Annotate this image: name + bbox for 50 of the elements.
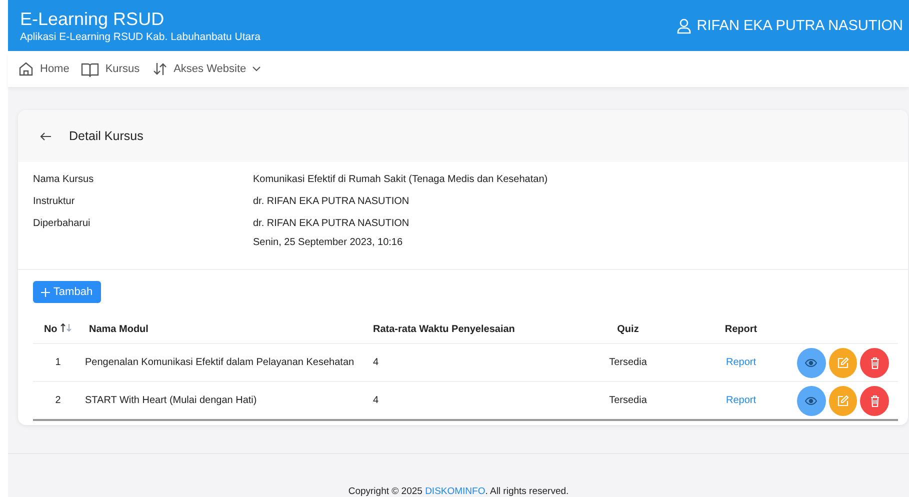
detail-label: Instruktur [33,196,76,208]
sort-icon[interactable] [60,323,72,332]
diskominfo-link[interactable]: DISKOMINFO [425,486,486,497]
detail-label: Nama Kursus [33,174,95,186]
add-button[interactable]: Tambah [33,281,101,304]
delete-button[interactable] [860,348,889,378]
view-button[interactable] [796,348,826,378]
app-title: E-Learning RSUD [20,8,166,29]
card-title: Detail Kursus [69,129,144,144]
report-link[interactable]: Report [726,395,756,406]
eye-icon [805,396,818,405]
detail-value: dr. RIFAN EKA PUTRA NASUTION [253,196,410,208]
back-arrow-icon[interactable] [40,132,51,141]
column-header: Rata-rata Waktu Penyelesaian [373,324,515,335]
completion-time: 4 [373,357,379,368]
quiz-status: Tersedia [609,357,647,368]
eye-icon [805,358,818,367]
column-header: Quiz [617,324,639,335]
detail-label: Diperbaharui [33,218,92,232]
module-name: Pengenalan Komunikasi Efektif dalam Pelayanan Kesehatan [85,357,354,368]
chevron-down-icon [252,66,262,72]
nav-link[interactable]: Kursus [81,62,140,77]
swap-arrows-icon [152,61,168,78]
copyright-text: Copyright © 2025 DISKOMINFO. All rights reserved. [347,486,570,497]
row-number: 2 [55,395,61,406]
quiz-status: Tersedia [609,395,647,406]
nav-link[interactable]: Home [18,61,70,78]
column-header[interactable]: No [44,324,58,336]
row-number: 1 [55,357,61,368]
user-icon [676,18,692,34]
home-icon [18,61,34,78]
user-menu[interactable]: RIFAN EKA PUTRA NASUTION [676,18,903,34]
detail-value: Senin, 25 September 2023, 10:16 [253,237,404,248]
nav-link[interactable]: Akses Website [152,61,262,78]
trash-icon [870,394,880,407]
column-header: Nama Modul [89,324,148,335]
book-icon [81,62,100,77]
detail-value: Komunikasi Efektif di Rumah Sakit (Tenaga Medis dan Kesehatan) [253,174,549,186]
completion-time: 4 [373,395,379,406]
edit-icon [836,394,849,407]
view-button[interactable] [796,386,826,416]
plus-icon [41,288,50,297]
trash-icon [870,356,880,369]
delete-button[interactable] [860,386,889,416]
app-subtitle: Aplikasi E-Learning RSUD Kab. Labuhanbatu Utara [20,30,260,43]
detail-value: dr. RIFAN EKA PUTRA NASUTION [253,218,410,230]
report-link[interactable]: Report [726,357,756,368]
column-header: Report [724,324,758,335]
edit-icon [836,356,849,369]
module-name: START With Heart (Mulai dengan Hati) [85,395,257,406]
